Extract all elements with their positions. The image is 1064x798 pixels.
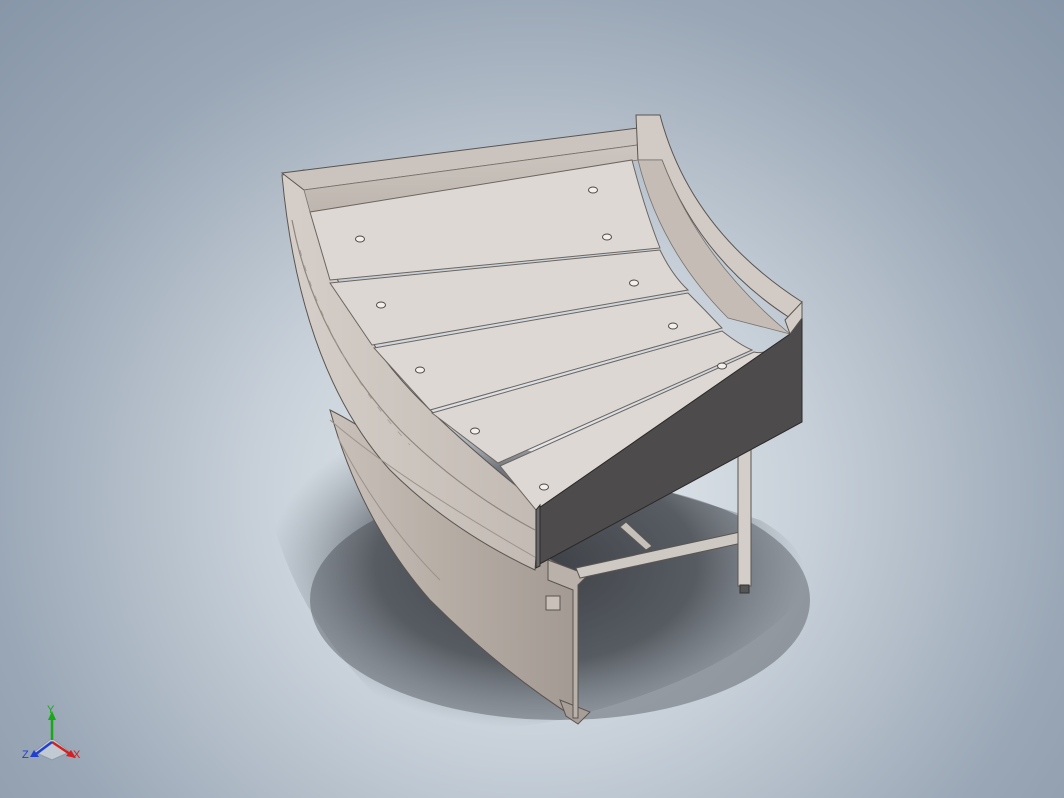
y-axis-label: Y — [47, 704, 55, 716]
z-axis-label: Z — [22, 749, 29, 761]
conveyor-curve-model[interactable] — [0, 0, 1064, 798]
graphics-viewport[interactable]: Y X Z — [0, 0, 1064, 798]
support-leg — [737, 449, 752, 587]
leg-foot — [739, 584, 750, 594]
x-axis-label: X — [73, 749, 81, 761]
axis-triad — [30, 711, 76, 761]
